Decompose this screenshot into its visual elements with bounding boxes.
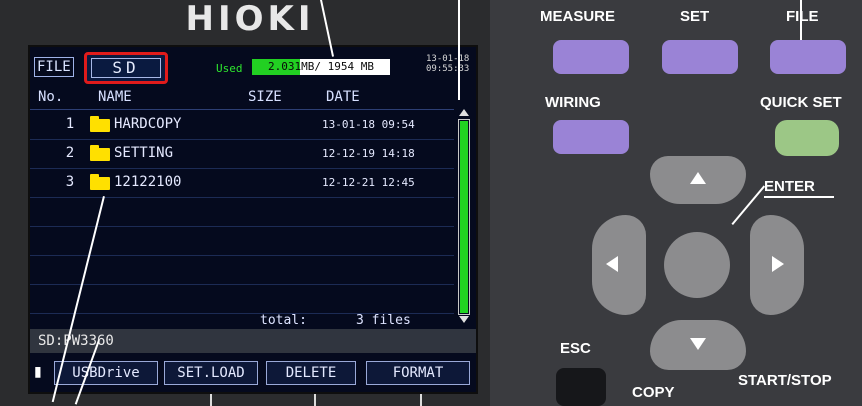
file-row[interactable]: 2 SETTING 12-12-19 14:18: [30, 140, 454, 169]
row-date: 12-12-21 12:45: [322, 176, 415, 189]
measure-button[interactable]: [553, 40, 629, 74]
clock: 13-01-18 09:55:33: [426, 54, 469, 74]
usb-plug-icon: ▮: [34, 364, 42, 380]
row-date: 13-01-18 09:54: [322, 118, 415, 131]
esc-label: ESC: [560, 340, 591, 357]
copy-label: COPY: [632, 384, 675, 401]
fkey-delete[interactable]: DELETE: [266, 361, 356, 385]
enter-button[interactable]: [664, 232, 730, 298]
row-number: 2: [65, 145, 75, 161]
total-count: 3 files: [356, 313, 411, 328]
screen-top-bar: FILE SD Used 2.031MB/ 1954 MB 13-01-18 0…: [30, 47, 476, 84]
folder-icon: [90, 145, 110, 161]
clock-time: 09:55:33: [426, 64, 470, 74]
col-date: DATE: [326, 89, 360, 105]
folder-icon: [90, 174, 110, 190]
wiring-label: WIRING: [545, 94, 601, 111]
file-button[interactable]: [770, 40, 846, 74]
folder-icon: [90, 116, 110, 132]
callout-line: [458, 0, 460, 100]
scroll-thumb[interactable]: [460, 121, 468, 313]
mode-label: FILE: [34, 57, 74, 77]
set-label: SET: [680, 8, 710, 25]
total-label: total:: [260, 313, 307, 328]
current-path: SD:PW3360: [38, 333, 114, 349]
fkey-format[interactable]: FORMAT: [366, 361, 470, 385]
col-name: NAME: [98, 89, 132, 105]
measure-label: MEASURE: [540, 8, 616, 25]
scrollbar[interactable]: [456, 109, 472, 323]
callout-line: [764, 196, 834, 198]
brand-logo: HIOKI: [185, 0, 315, 39]
sd-tab-highlight[interactable]: SD: [84, 52, 168, 84]
file-list-header: No. NAME SIZE DATE: [30, 85, 454, 110]
storage-used-meter: 2.031MB/ 1954 MB: [252, 59, 390, 75]
fkey-tick: [210, 394, 212, 406]
quickset-label: QUICK SET: [760, 94, 842, 111]
file-list: 1 HARDCOPY 13-01-18 09:54 2 SETTING 12-1…: [30, 111, 454, 314]
arrow-down-icon: [690, 338, 706, 350]
sd-tab[interactable]: SD: [91, 58, 161, 78]
file-button-label: FILE: [786, 8, 819, 25]
file-row[interactable]: 1 HARDCOPY 13-01-18 09:54: [30, 111, 454, 140]
wiring-button[interactable]: [553, 120, 629, 154]
empty-row: [30, 256, 454, 285]
set-button[interactable]: [662, 40, 738, 74]
arrow-left-icon: [606, 256, 618, 272]
file-row[interactable]: 3 12122100 12-12-21 12:45: [30, 169, 454, 198]
fkey-tick: [420, 394, 422, 406]
device-panel: HIOKI FILE SD Used 2.031MB/ 1954 MB 13-0…: [0, 0, 862, 406]
col-size: SIZE: [248, 89, 282, 105]
row-number: 3: [65, 174, 75, 190]
fkey-usbdrive[interactable]: USBDrive: [54, 361, 158, 385]
fkey-setload[interactable]: SET.LOAD: [164, 361, 258, 385]
row-number: 1: [65, 116, 75, 132]
scroll-track[interactable]: [458, 119, 470, 315]
storage-used-value: 2.031MB/ 1954 MB: [268, 60, 374, 73]
row-name: SETTING: [114, 145, 174, 161]
row-date: 12-12-19 14:18: [322, 147, 415, 160]
empty-row: [30, 285, 454, 314]
clock-date: 13-01-18: [426, 54, 470, 64]
col-no: No.: [38, 89, 64, 105]
scroll-up-icon[interactable]: [459, 109, 469, 116]
startstop-label: START/STOP: [738, 372, 832, 389]
lcd-screen: FILE SD Used 2.031MB/ 1954 MB 13-01-18 0…: [28, 45, 478, 394]
quickset-button[interactable]: [775, 120, 839, 156]
row-name: 12122100: [114, 174, 182, 190]
fkey-tick: [314, 394, 316, 406]
esc-button[interactable]: [556, 368, 606, 406]
arrow-right-icon: [772, 256, 784, 272]
arrow-up-icon: [690, 172, 706, 184]
enter-label: ENTER: [764, 178, 815, 195]
empty-row: [30, 198, 454, 227]
left-button[interactable]: [592, 215, 646, 315]
scroll-down-icon[interactable]: [459, 316, 469, 323]
used-label: Used: [216, 62, 243, 75]
row-name: HARDCOPY: [114, 116, 182, 132]
